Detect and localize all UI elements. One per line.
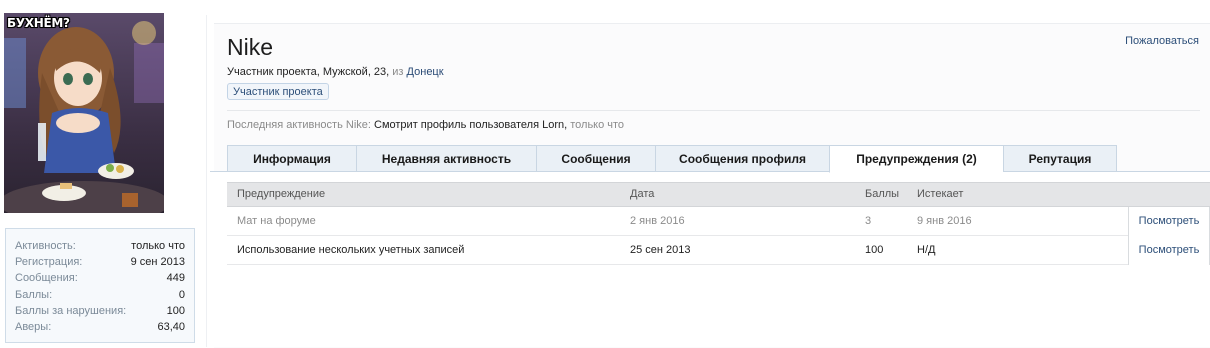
stat-value: только что: [131, 240, 185, 252]
column-header-points: Баллы: [865, 188, 900, 200]
tab-recent-activity[interactable]: Недавняя активность: [356, 145, 536, 172]
stat-label: Баллы за нарушения:: [15, 304, 127, 317]
tab-warnings[interactable]: Предупреждения (2): [829, 145, 1003, 173]
warning-points: 3: [865, 215, 872, 227]
warning-date: 2 янв 2016: [630, 215, 685, 227]
last-activity-label: Последняя активность Nike:: [227, 119, 371, 131]
stat-warning-points: Баллы за нарушения: 100: [15, 303, 185, 319]
avatar[interactable]: БУХНЁМ?: [4, 13, 164, 213]
view-warning-button[interactable]: Посмотреть: [1128, 236, 1210, 265]
profile-blurb-text: Участник проекта, Мужской, 23,: [227, 66, 393, 78]
last-activity: Последняя активность Nike: Смотрит профи…: [227, 119, 624, 131]
tab-messages[interactable]: Сообщения: [536, 145, 655, 172]
stat-value: 0: [178, 288, 185, 301]
divider: [227, 110, 1200, 111]
member-stats-panel: Активность: только что Регистрация: 9 се…: [5, 228, 195, 343]
warning-expires: 9 янв 2016: [917, 215, 972, 227]
stat-activity: Активность: только что: [15, 238, 185, 254]
column-header-expires: Истекает: [917, 188, 964, 200]
stat-value: 9 сен 2013: [130, 256, 185, 269]
column-header-date: Дата: [630, 188, 655, 200]
profile-blurb-from: из: [392, 66, 404, 78]
report-link[interactable]: Пожаловаться: [1125, 35, 1199, 47]
stat-label: Активность:: [15, 240, 76, 252]
profile-tabs: Информация Недавняя активность Сообщения…: [227, 145, 1117, 173]
column-divider: [206, 15, 207, 347]
last-activity-time: только что: [570, 119, 625, 131]
tab-profile-posts[interactable]: Сообщения профиля: [655, 145, 829, 172]
stat-label: Баллы:: [15, 288, 53, 301]
stat-label: Регистрация:: [15, 256, 83, 269]
avatar-caption: БУХНЁМ?: [7, 16, 70, 30]
stat-registration: Регистрация: 9 сен 2013: [15, 254, 185, 270]
table-row: Использование нескольких учетных записей…: [227, 236, 1210, 265]
table-header: Предупреждение Дата Баллы Истекает: [227, 182, 1210, 207]
stat-value: 449: [166, 272, 185, 285]
avatar-illustration: [4, 13, 164, 213]
tab-reputation[interactable]: Репутация: [1003, 145, 1117, 172]
profile-username: Nike: [227, 34, 274, 60]
last-activity-action: Смотрит профиль пользователя Lorn,: [374, 119, 568, 131]
profile-location-link[interactable]: Донецк: [407, 66, 444, 78]
tab-information[interactable]: Информация: [227, 145, 356, 172]
stat-label: Аверы:: [15, 320, 52, 333]
warning-title: Использование нескольких учетных записей: [237, 244, 465, 256]
warning-title: Мат на форуме: [237, 215, 316, 227]
stat-value: 100: [166, 304, 185, 317]
warning-date: 25 сен 2013: [630, 244, 691, 256]
stat-label: Сообщения:: [15, 272, 78, 285]
table-row: Мат на форуме 2 янв 2016 3 9 янв 2016 По…: [227, 207, 1210, 236]
profile-blurb: Участник проекта, Мужской, 23, из Донецк: [227, 66, 444, 78]
view-warning-button[interactable]: Посмотреть: [1128, 207, 1210, 236]
stat-avers: Аверы: 63,40: [15, 319, 185, 335]
warning-points: 100: [865, 244, 884, 256]
user-title-badge: Участник проекта: [227, 83, 329, 100]
warning-expires: Н/Д: [917, 244, 936, 256]
stat-points: Баллы: 0: [15, 287, 185, 303]
warnings-table: Предупреждение Дата Баллы Истекает Мат н…: [227, 182, 1210, 265]
column-header-warning: Предупреждение: [237, 188, 326, 200]
stat-value: 63,40: [157, 320, 185, 333]
stat-messages: Сообщения: 449: [15, 270, 185, 286]
